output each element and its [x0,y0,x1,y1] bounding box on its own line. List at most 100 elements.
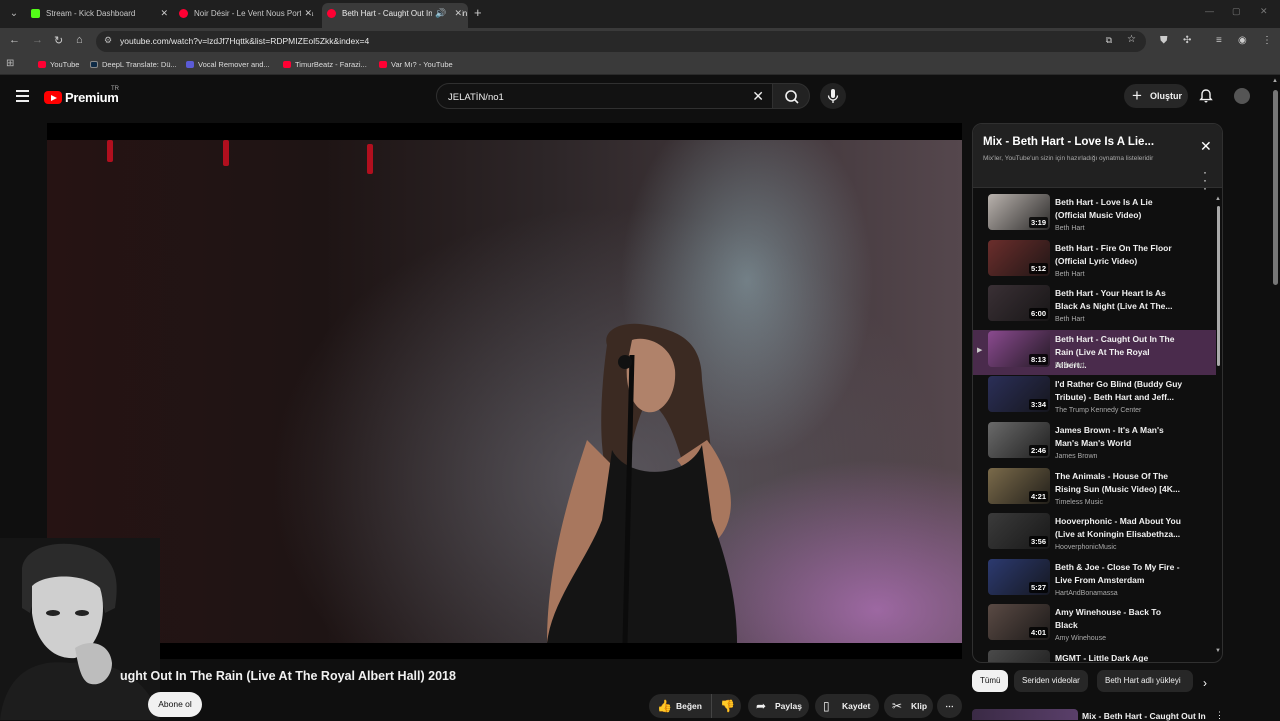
page-scrollbar[interactable]: ▲ [1270,76,1280,720]
close-playlist-icon[interactable]: ✕ [1200,138,1212,155]
search-input[interactable]: JELATİN/no1 ✕ [436,83,773,109]
chip-uploader[interactable]: Beth Hart adlı yükleyi [1097,670,1193,692]
video-thumbnail[interactable]: 4:01 [988,604,1050,641]
playlist-item[interactable]: 5:27 Beth & Joe - Close To My Fire - Live… [973,558,1216,603]
chip-all[interactable]: Tümü [972,670,1009,692]
player-controls-area[interactable] [47,643,962,659]
address-bar[interactable]: ⚙ youtube.com/watch?v=lzdJf7Hqttk&list=R… [96,31,1146,52]
chip-series-videos[interactable]: Seriden videolar [1014,670,1088,692]
create-button[interactable]: + Oluştur [1124,84,1188,108]
bookmark-deepl[interactable]: DeepL Translate: Dü... [90,60,177,69]
like-button[interactable]: 👍 Beğen [649,694,711,718]
browser-menu-icon[interactable]: ⋮ [1262,35,1272,46]
playlist-item-title[interactable]: Beth Hart - Love Is A Lie (Official Musi… [1055,196,1183,222]
video-thumbnail[interactable]: 3:34 [988,376,1050,413]
shield-icon[interactable]: ⛊ [1160,35,1168,46]
maximize-icon[interactable]: ▢ [1232,6,1241,17]
bookmark-youtube[interactable]: YouTube [38,60,79,69]
search-button[interactable] [772,83,810,109]
playlist-item-title[interactable]: MGMT - Little Dark Age [1055,652,1183,662]
video-thumbnail[interactable]: 6:00 [988,285,1050,322]
back-icon[interactable]: ← [9,34,20,46]
clip-button[interactable]: ✂ Klip [884,694,933,718]
close-window-icon[interactable]: ✕ [1260,6,1268,17]
playlist-item[interactable]: 6:00 Beth Hart - Your Heart Is As Black A… [973,284,1216,329]
playlist-item-title[interactable]: Beth Hart - Your Heart Is As Black As Ni… [1055,287,1183,313]
tab-noir-desir[interactable]: Noir Désir - Le Vent Nous Portera ✕ [174,3,318,28]
video-player[interactable] [47,123,962,659]
video-thumbnail[interactable]: 2:46 [988,422,1050,458]
microphone-icon [827,89,839,103]
playlist-item[interactable]: 3:34 I'd Rather Go Blind (Buddy Guy Tribu… [973,375,1216,420]
playlist-item[interactable]: 3:56 Hooverphonic - Mad About You (Live a… [973,512,1216,557]
playlist-item-title[interactable]: Beth Hart - Fire On The Floor (Official … [1055,242,1183,268]
video-thumbnail[interactable]: 8:13 [988,330,1050,367]
next-mix-item[interactable]: Mix - Beth Hart - Caught Out In ⋮ [972,705,1224,721]
voice-search-button[interactable] [820,83,846,109]
more-vertical-icon[interactable]: ⋮ [1215,710,1224,721]
playlist-scrollbar[interactable]: ▲ ▼ [1215,196,1222,656]
clear-search-icon[interactable]: ✕ [752,88,764,105]
playlist-item-title[interactable]: James Brown - It's A Man's Man's Man's W… [1055,424,1183,450]
playlist-item-title[interactable]: Amy Winehouse - Back To Black [1055,606,1183,632]
playlist-item[interactable]: 4:01 Amy Winehouse - Back To Black Amy Win… [973,603,1216,648]
playlist-title[interactable]: Mix - Beth Hart - Love Is A Lie... [983,136,1154,148]
video-frame[interactable] [47,140,962,643]
playlist-item[interactable]: 5:12 Beth Hart - Fire On The Floor (Offic… [973,239,1216,284]
video-thumbnail[interactable]: 4:21 [988,467,1050,504]
playlist-item-title[interactable]: Beth & Joe - Close To My Fire - Live Fro… [1055,561,1183,587]
home-icon[interactable]: ⌂ [76,34,83,46]
profile-icon[interactable]: ◉ [1238,35,1247,46]
playlist-item-title[interactable]: The Animals - House Of The Rising Sun (M… [1055,470,1183,496]
tab-beth-hart[interactable]: Beth Hart - Caught Out In The Rain 🔊 ✕ [322,3,468,28]
extensions-icon[interactable]: ✣ [1183,35,1191,46]
video-thumbnail[interactable]: 5:12 [988,239,1050,276]
playlist-menu-icon[interactable]: · · · [1203,166,1207,194]
playlist-item[interactable]: 2:46 James Brown - It's A Man's Man's Man… [973,421,1216,466]
audio-playing-icon[interactable]: 🔊 [435,8,446,18]
subscribe-button[interactable]: Abone ol [148,692,202,717]
tab-kick-dashboard[interactable]: Stream - Kick Dashboard ✕ [26,3,174,28]
more-actions-button[interactable]: ⋯ [937,694,962,718]
bookmark-timurbeatz[interactable]: TimurBeatz - Farazi... [283,60,367,69]
search-query[interactable]: JELATİN/no1 [448,92,504,103]
tab-search-chevron-icon[interactable]: ⌄ [5,5,23,23]
playlist-item-title[interactable]: Hooverphonic - Mad About You (Live at Ko… [1055,515,1183,541]
site-info-icon[interactable]: ⚙ [104,35,112,46]
close-tab-icon[interactable]: ✕ [301,3,312,24]
scissors-icon: ✂ [892,699,903,713]
playlist-item[interactable]: 4:21 The Animals - House Of The Rising Su… [973,467,1216,512]
scroll-up-icon[interactable]: ▲ [1272,78,1278,84]
bookmark-vocal-remover[interactable]: Vocal Remover and... [186,60,270,69]
share-button[interactable]: ➦ Paylaş [748,694,809,718]
now-playing-icon: ▶ [977,346,983,354]
close-tab-icon[interactable]: ✕ [160,3,168,24]
playlist-item[interactable]: 3:19 Beth Hart - Love Is A Lie (Official … [973,193,1216,238]
apps-grid-icon[interactable]: ⊞ [6,58,14,69]
account-avatar[interactable] [1234,88,1250,104]
scroll-up-icon[interactable]: ▲ [1215,196,1221,202]
video-thumbnail[interactable] [988,650,1050,662]
notifications-bell-icon[interactable] [1198,88,1214,109]
scroll-down-icon[interactable]: ▼ [1215,648,1221,654]
playlist-item[interactable]: ▶ 8:13 Beth Hart - Caught Out In The Rain … [973,329,1216,375]
url-text[interactable]: youtube.com/watch?v=lzdJf7Hqttk&list=RDP… [120,36,369,46]
close-tab-icon[interactable]: 🔊 ✕ [432,3,462,24]
minimize-icon[interactable]: — [1205,6,1214,16]
new-tab-button[interactable]: + [474,5,482,20]
bookmark-var-mi[interactable]: Var Mı? - YouTube [379,60,453,69]
forward-icon[interactable]: → [32,34,43,46]
media-controls-icon[interactable]: ≡ [1216,35,1222,46]
guide-menu-icon[interactable] [16,90,29,102]
save-button[interactable]: ▯ Kaydet [815,694,879,718]
video-thumbnail[interactable]: 3:19 [988,194,1050,230]
video-thumbnail[interactable]: 5:27 [988,558,1050,595]
playlist-item-title[interactable]: I'd Rather Go Blind (Buddy Guy Tribute) … [1055,378,1183,404]
reload-icon[interactable]: ↻ [54,34,63,47]
playlist-item[interactable]: MGMT - Little Dark Age [973,649,1216,662]
video-thumbnail[interactable]: 3:56 [988,513,1050,550]
bookmark-star-icon[interactable]: ☆ [1127,34,1136,45]
install-app-icon[interactable]: ⧉ [1106,35,1112,46]
dislike-button[interactable]: 👎 [711,694,741,718]
chevron-right-icon[interactable]: › [1203,676,1207,690]
